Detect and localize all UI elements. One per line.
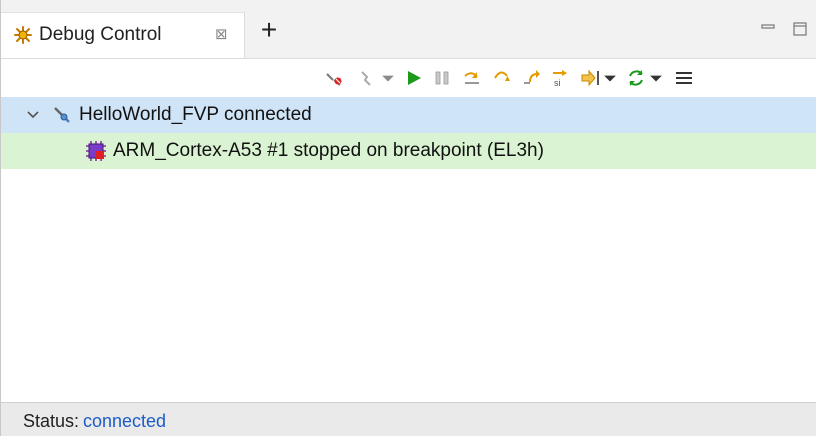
- interrupt-icon[interactable]: [431, 67, 453, 89]
- tab-bar: Debug Control ⊠ +: [1, 0, 816, 59]
- step-into-icon[interactable]: [491, 67, 513, 89]
- view-menu-icon[interactable]: [673, 67, 695, 89]
- maximize-icon[interactable]: [793, 22, 807, 36]
- status-bar: Status: connected: [1, 402, 816, 436]
- target-connection-icon: [51, 104, 73, 126]
- debug-control-view: Debug Control ⊠ + si HelloWorld_FVP conn…: [0, 0, 816, 436]
- debug-toolbar: si: [1, 59, 816, 97]
- tab-debug-control[interactable]: Debug Control ⊠: [1, 12, 245, 58]
- continue-icon[interactable]: [403, 67, 425, 89]
- core-chip-icon: [85, 140, 107, 162]
- dropdown-icon[interactable]: [603, 67, 617, 89]
- tree-row-core[interactable]: ARM_Cortex-A53 #1 stopped on breakpoint …: [1, 133, 816, 169]
- tab-close-icon[interactable]: ⊠: [215, 25, 228, 43]
- chevron-down-icon[interactable]: [25, 107, 41, 123]
- status-value[interactable]: connected: [83, 411, 166, 432]
- minimize-icon[interactable]: [761, 22, 775, 36]
- run-to-selection-icon[interactable]: [579, 67, 601, 89]
- dropdown-icon[interactable]: [381, 67, 395, 89]
- step-out-icon[interactable]: [521, 67, 543, 89]
- tree-row-label: HelloWorld_FVP connected: [79, 104, 312, 125]
- remove-connection-icon[interactable]: [357, 67, 379, 89]
- tree-row-connection[interactable]: HelloWorld_FVP connected: [1, 97, 816, 133]
- svg-text:si: si: [554, 78, 561, 88]
- status-label: Status:: [23, 411, 80, 431]
- step-instruction-icon[interactable]: si: [549, 67, 571, 89]
- tree-row-label: ARM_Cortex-A53 #1 stopped on breakpoint …: [113, 140, 544, 161]
- debug-control-icon: [13, 25, 33, 45]
- dropdown-icon[interactable]: [649, 67, 663, 89]
- refresh-icon[interactable]: [625, 67, 647, 89]
- add-tab-button[interactable]: +: [257, 16, 281, 44]
- step-over-icon[interactable]: [461, 67, 483, 89]
- tab-title: Debug Control: [39, 24, 162, 45]
- disconnect-icon[interactable]: [323, 67, 345, 89]
